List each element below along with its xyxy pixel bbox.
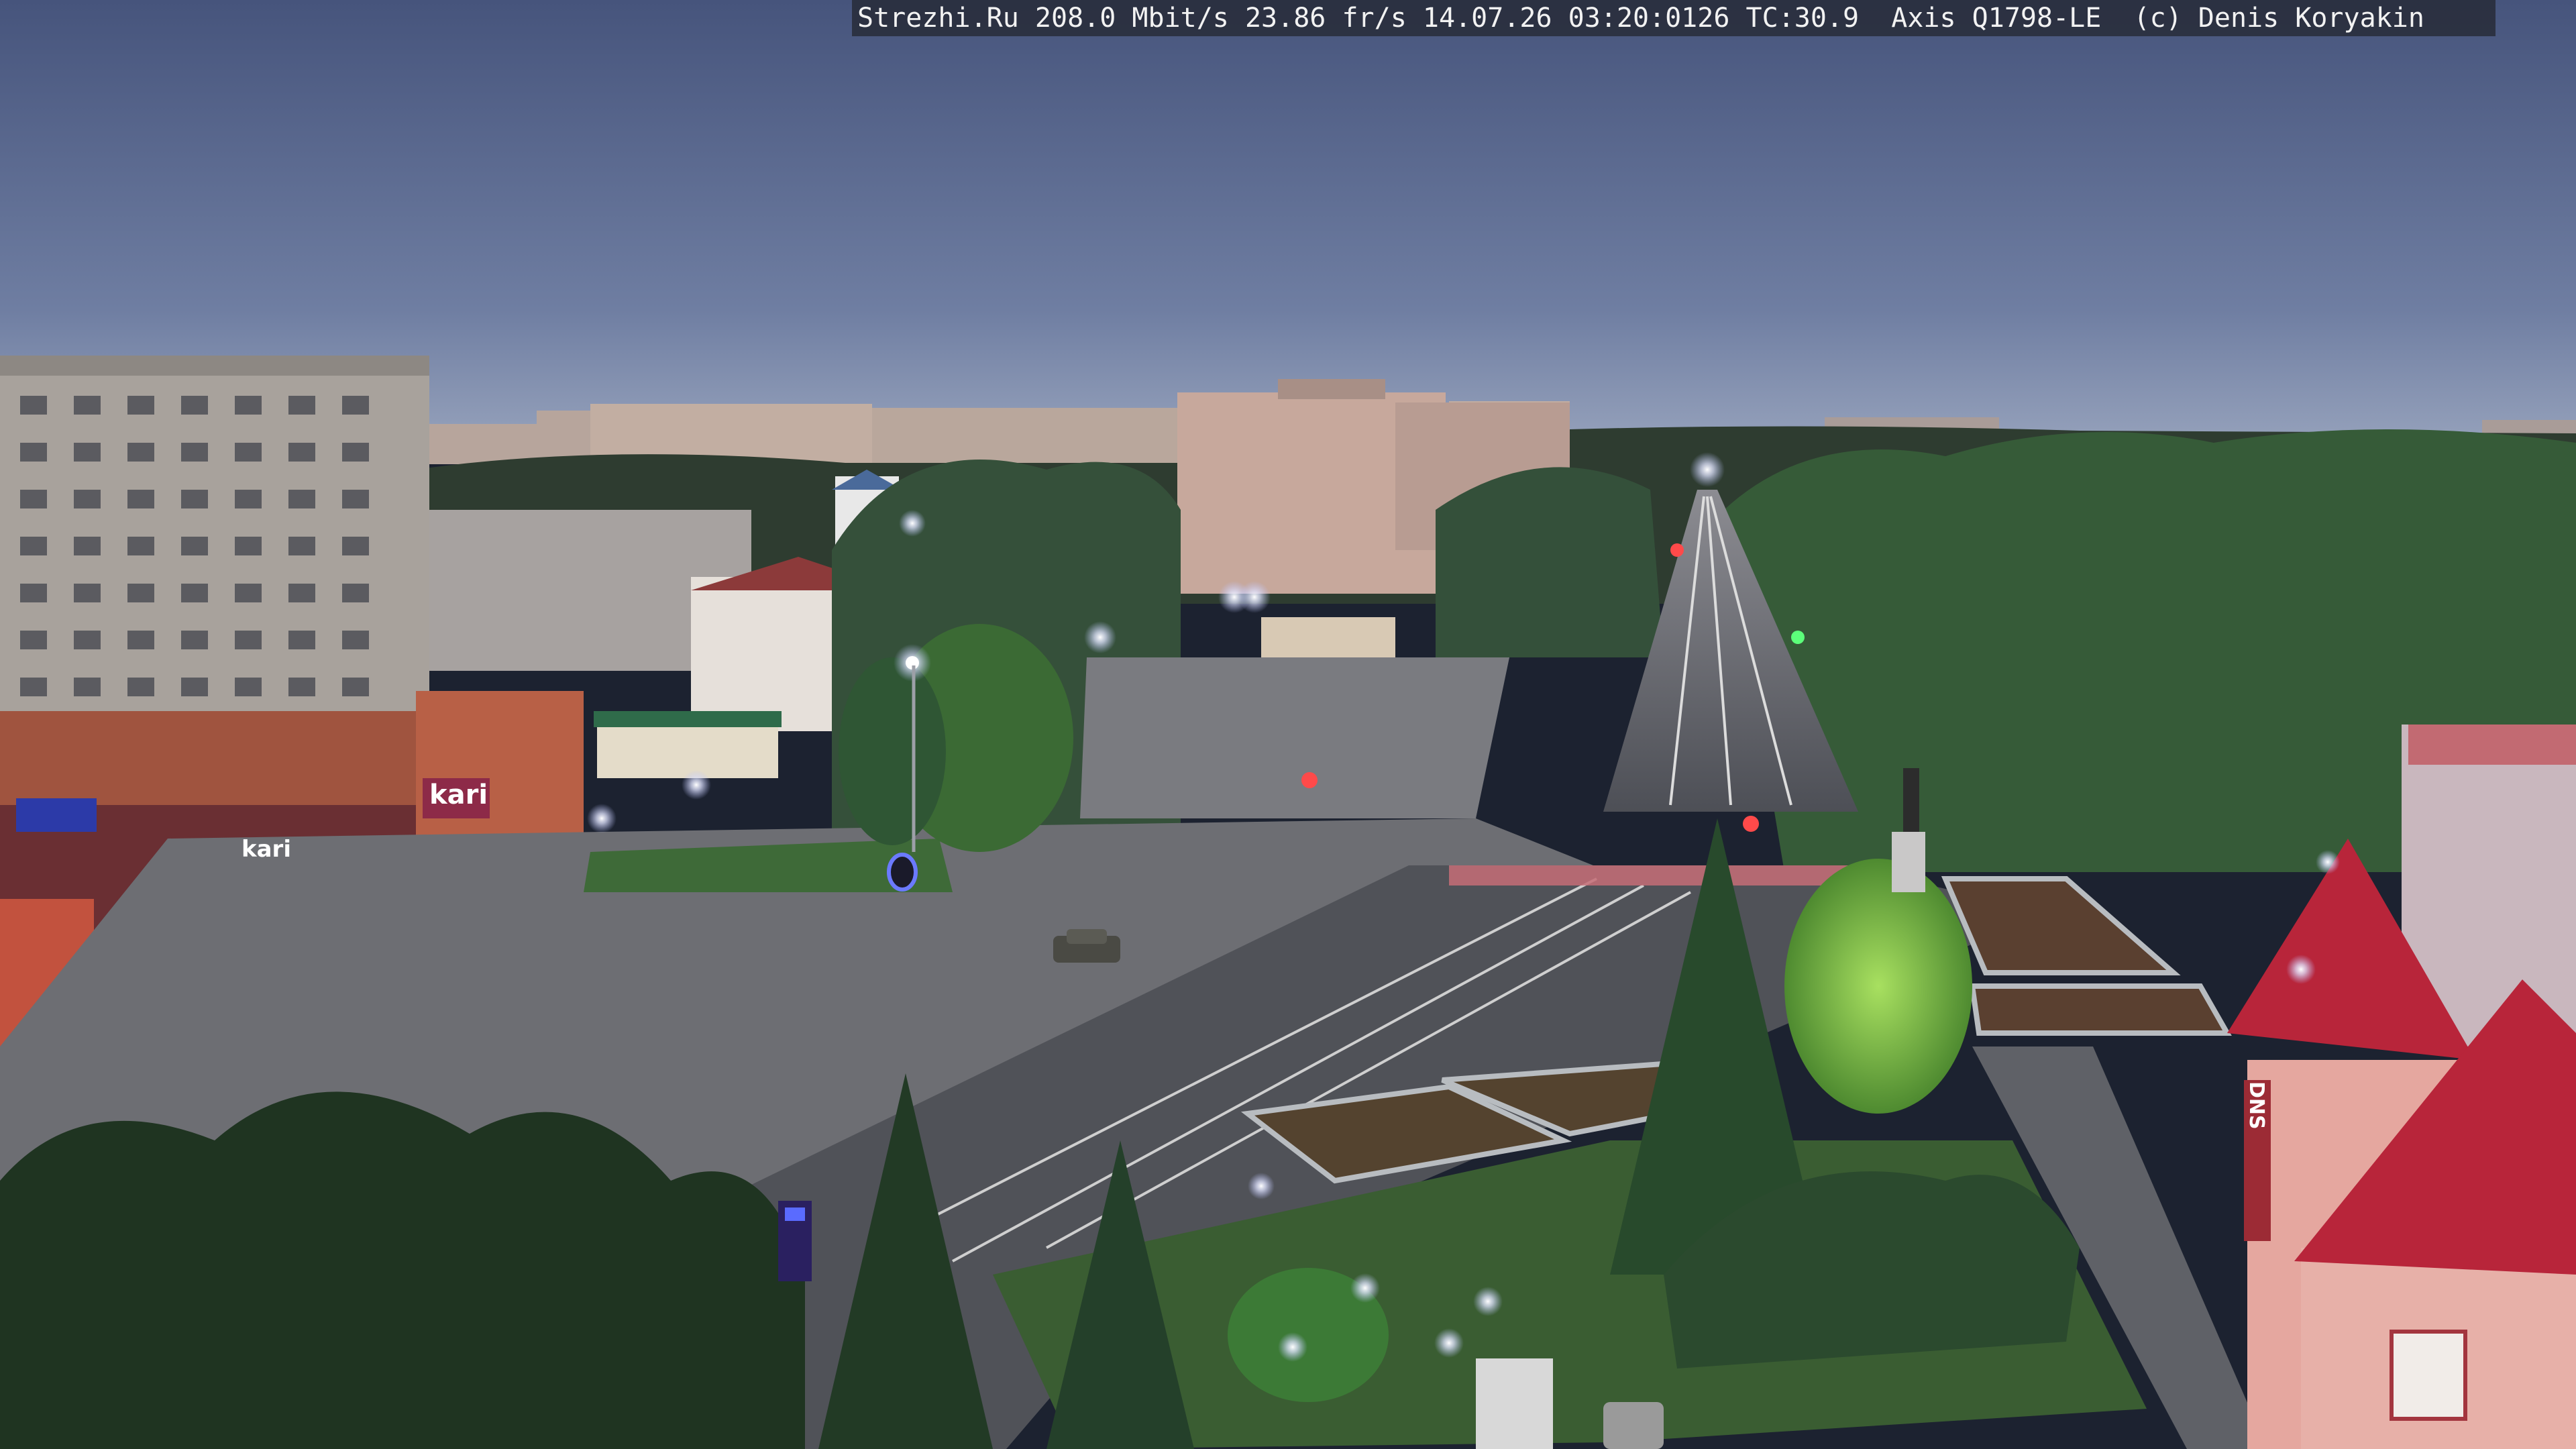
kari-store-sign-small: kari: [241, 836, 291, 863]
plaza: [1080, 657, 1509, 818]
monument-pedestal: [1892, 832, 1925, 892]
kari-store-sign: kari: [429, 780, 488, 810]
dns-tower-sign: DNS: [2245, 1081, 2268, 1130]
camera-overlay-text: Strezhi.Ru 208.0 Mbit/s 23.86 fr/s 14.07…: [852, 0, 2496, 36]
webcam-scene: kari kari DNS Strezhi.Ru 208.0 Mbit/s 23…: [0, 0, 2576, 1449]
monument-statue: [1903, 768, 1919, 832]
white-van: [1476, 1358, 1553, 1449]
middle-trees-right: [1436, 467, 1664, 657]
bottom-car: [1603, 1402, 1664, 1449]
cityscape-illustration: [0, 0, 2576, 1449]
crosswalk: [1449, 865, 1865, 885]
